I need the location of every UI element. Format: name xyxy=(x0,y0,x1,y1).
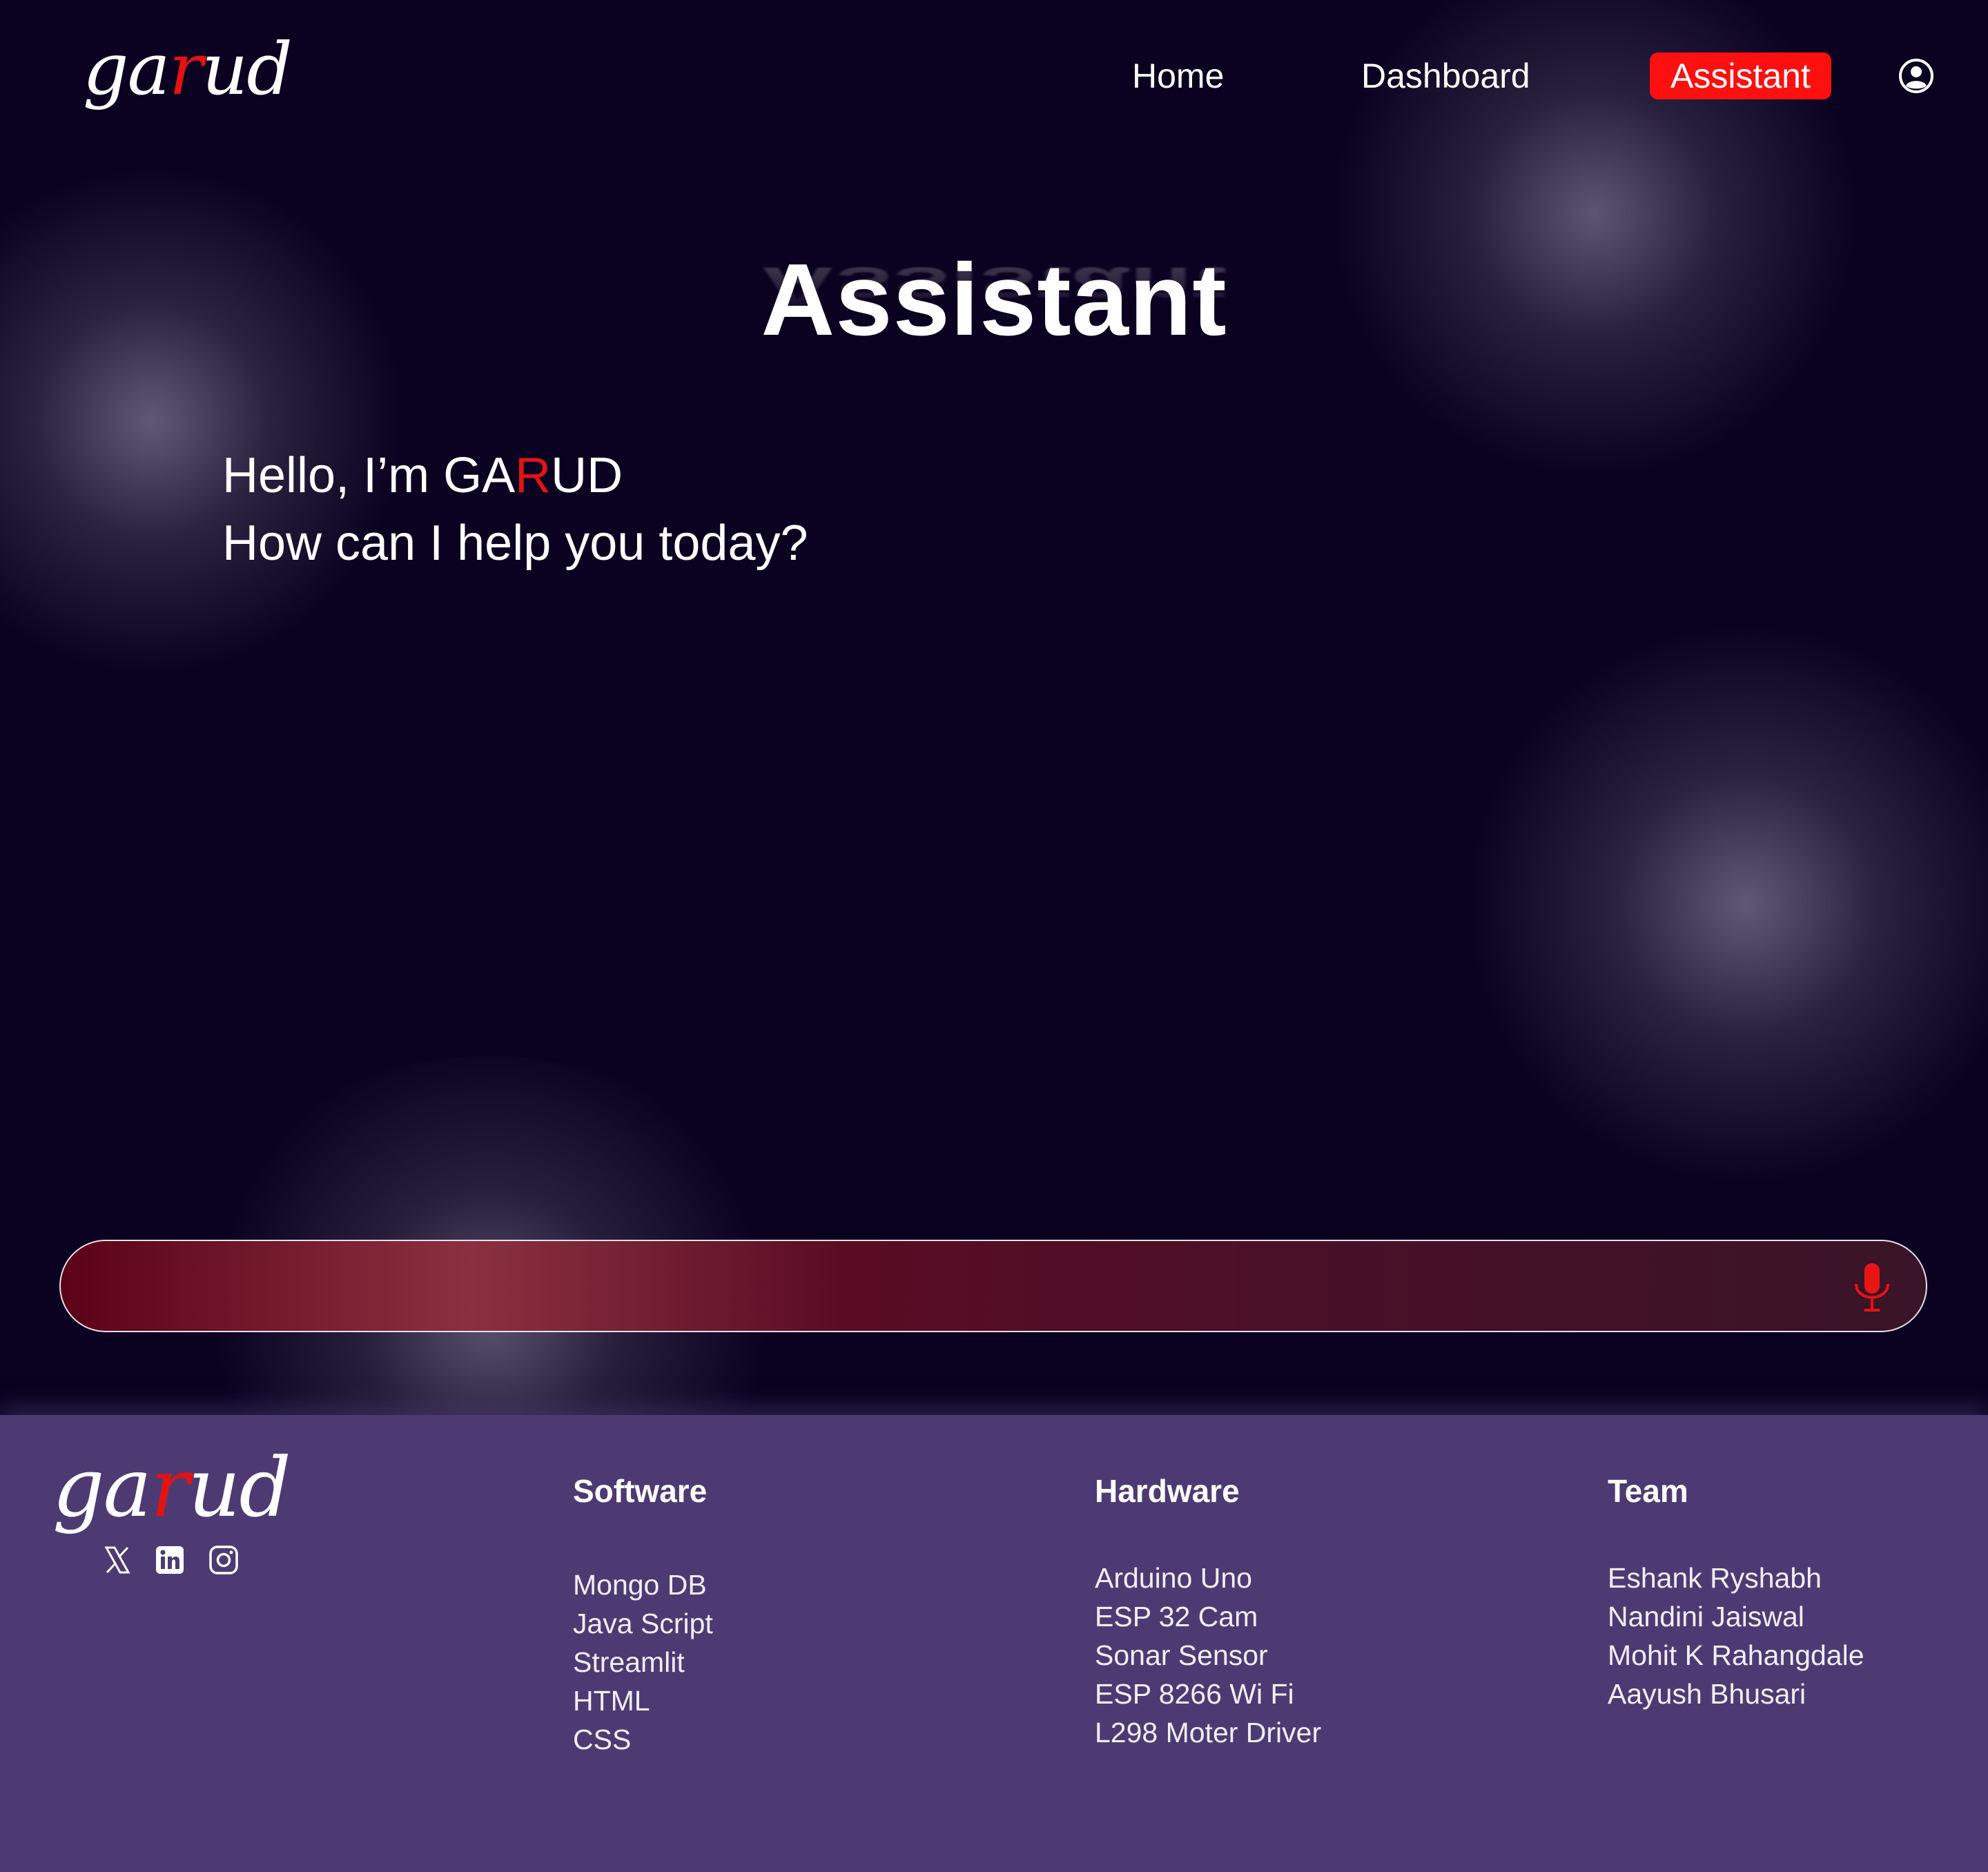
team-member: Aayush Bhusari xyxy=(1608,1678,1806,1710)
background-glow xyxy=(0,159,414,683)
team-member: Nandini Jaiswal xyxy=(1608,1601,1804,1632)
hardware-item: L298 Moter Driver xyxy=(1095,1717,1322,1748)
footer-team-column: Team Eshank Ryshabh Nandini Jaiswal Mohi… xyxy=(1608,1470,1864,1713)
hardware-heading: Hardware xyxy=(1095,1473,1240,1509)
footer-garud-logo[interactable]: garud xyxy=(52,1440,291,1535)
logo-text-start: ga xyxy=(52,1440,152,1535)
team-heading: Team xyxy=(1608,1473,1688,1509)
software-item: Streamlit xyxy=(573,1646,685,1678)
assistant-input-bar xyxy=(59,1240,1927,1332)
team-member: Eshank Ryshabh xyxy=(1608,1562,1822,1594)
background-glow xyxy=(179,1056,801,1415)
garud-logo[interactable]: garud xyxy=(83,27,293,111)
greeting-name-end: UD xyxy=(551,448,623,503)
nav-home-link[interactable]: Home xyxy=(1132,50,1224,102)
hero-section: garud Home Dashboard Assistant Assistant… xyxy=(0,0,1988,1415)
x-icon[interactable] xyxy=(102,1545,133,1575)
greeting-hello: Hello, I’m GA xyxy=(222,448,516,503)
software-item: Mongo DB xyxy=(573,1569,707,1601)
hardware-list: Arduino Uno ESP 32 Cam Sonar Sensor ESP … xyxy=(1095,1559,1321,1752)
linkedin-icon[interactable] xyxy=(155,1545,185,1575)
microphone-icon[interactable] xyxy=(1846,1260,1898,1316)
page-title-reflection: Assistant xyxy=(761,255,1227,318)
software-item: Java Script xyxy=(573,1608,713,1639)
software-list: Mongo DB Java Script Streamlit HTML CSS xyxy=(573,1566,713,1759)
logo-text-accent: r xyxy=(168,27,204,111)
nav-assistant-link[interactable]: Assistant xyxy=(1650,52,1831,99)
nav-dashboard-link[interactable]: Dashboard xyxy=(1361,50,1530,102)
footer-software-column: Software Mongo DB Java Script Streamlit … xyxy=(573,1470,713,1759)
background-glow xyxy=(1450,621,1988,1187)
hardware-item: Sonar Sensor xyxy=(1095,1639,1268,1671)
software-item: HTML xyxy=(573,1685,650,1717)
greeting-line-2: How can I help you today? xyxy=(222,516,808,571)
logo-text-end: ud xyxy=(202,27,293,111)
instagram-icon[interactable] xyxy=(208,1545,239,1575)
team-list: Eshank Ryshabh Nandini Jaiswal Mohit K R… xyxy=(1608,1559,1864,1713)
software-item: CSS xyxy=(573,1724,632,1755)
hardware-item: Arduino Uno xyxy=(1095,1562,1252,1594)
logo-text-start: ga xyxy=(83,27,170,111)
footer: garud Software Mongo DB Java Script Stre… xyxy=(0,1415,1988,1872)
assistant-input[interactable] xyxy=(102,1258,1831,1317)
page: garud Home Dashboard Assistant Assistant… xyxy=(0,0,1988,1872)
user-circle-icon[interactable] xyxy=(1898,58,1934,94)
logo-text-accent: r xyxy=(150,1440,189,1535)
greeting-message: Hello, I’m GARUD How can I help you toda… xyxy=(222,442,808,577)
hardware-item: ESP 32 Cam xyxy=(1095,1601,1258,1632)
greeting-line-1: Hello, I’m GARUD xyxy=(222,442,808,509)
team-member: Mohit K Rahangdale xyxy=(1608,1639,1864,1671)
page-title-wrap: Assistant Assistant xyxy=(0,242,1988,359)
footer-hardware-column: Hardware Arduino Uno ESP 32 Cam Sonar Se… xyxy=(1095,1470,1321,1752)
greeting-accent-letter: R xyxy=(515,448,552,503)
software-heading: Software xyxy=(573,1473,708,1509)
hardware-item: ESP 8266 Wi Fi xyxy=(1095,1678,1294,1710)
logo-text-end: ud xyxy=(188,1440,291,1535)
